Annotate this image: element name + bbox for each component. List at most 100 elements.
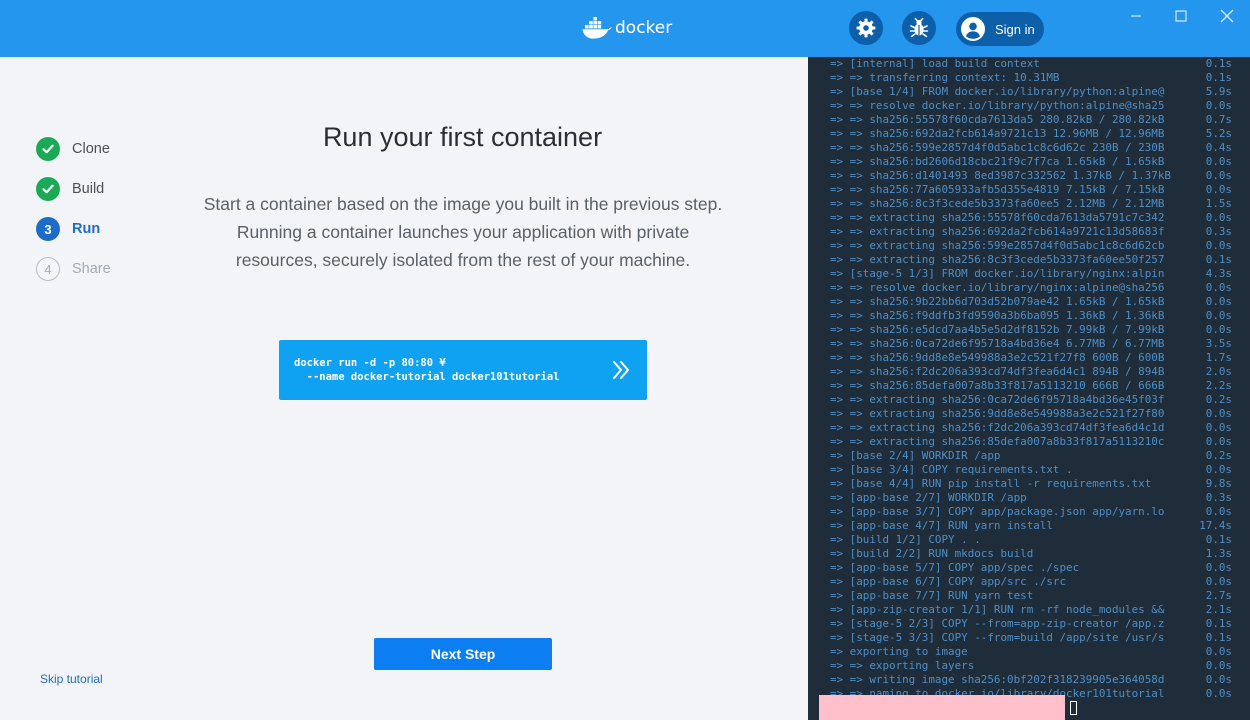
terminal-line-duration: 0.7s bbox=[1205, 113, 1232, 126]
terminal-line-duration: 0.1s bbox=[1205, 57, 1232, 70]
step-label: Build bbox=[72, 181, 105, 197]
close-button[interactable] bbox=[1217, 6, 1237, 26]
terminal-line-text: => => extracting sha256:f2dc206a393cd74d… bbox=[830, 421, 1165, 434]
terminal-line-text: => => sha256:77a605933afb5d355e4819 7.15… bbox=[830, 183, 1165, 196]
command-box[interactable]: docker run -d -p 80:80 ¥ --name docker-t… bbox=[279, 340, 647, 400]
user-icon bbox=[961, 17, 985, 41]
terminal-line-duration: 0.1s bbox=[1205, 617, 1232, 630]
terminal-line-text: => => sha256:f2dc206a393cd74df3fea6d4c1 … bbox=[830, 365, 1165, 378]
step-label: Clone bbox=[72, 141, 110, 157]
terminal-line-duration: 0.0s bbox=[1205, 561, 1232, 574]
terminal-line: => [app-base 6/7] COPY app/src ./src 0.0s bbox=[830, 575, 1240, 589]
check-icon bbox=[36, 177, 60, 201]
terminal-line-text: => [build 2/2] RUN mkdocs build bbox=[830, 547, 1034, 560]
terminal-line: => => extracting sha256:8c3f3cede5b3373f… bbox=[830, 253, 1240, 267]
whale-icon bbox=[582, 17, 612, 39]
troubleshoot-button[interactable] bbox=[902, 11, 936, 45]
step-run[interactable]: 3 Run bbox=[36, 209, 176, 249]
terminal-line-text: => [app-zip-creator 1/1] RUN rm -rf node… bbox=[830, 603, 1165, 616]
step-number: 4 bbox=[36, 257, 60, 281]
terminal-line-duration: 0.3s bbox=[1205, 491, 1232, 504]
terminal-line: => => extracting sha256:9dd8e8e549988a3e… bbox=[830, 407, 1240, 421]
terminal-line-duration: 0.0s bbox=[1205, 407, 1232, 420]
terminal-line-duration: 0.0s bbox=[1205, 463, 1232, 476]
terminal-line-text: => [app-base 7/7] RUN yarn test bbox=[830, 589, 1034, 602]
terminal-line: => => sha256:77a605933afb5d355e4819 7.15… bbox=[830, 183, 1240, 197]
terminal-line-duration: 0.0s bbox=[1205, 645, 1232, 658]
terminal-line: => [stage-5 1/3] FROM docker.io/library/… bbox=[830, 267, 1240, 281]
terminal-line-text: => => extracting sha256:85defa007a8b33f8… bbox=[830, 435, 1165, 448]
terminal-line: => [build 1/2] COPY . . 0.1s bbox=[830, 533, 1240, 547]
terminal-line-duration: 0.2s bbox=[1205, 449, 1232, 462]
terminal-line-text: => [base 1/4] FROM docker.io/library/pyt… bbox=[830, 85, 1165, 98]
double-chevron-right-icon[interactable] bbox=[610, 359, 632, 381]
terminal-line-duration: 0.2s bbox=[1205, 393, 1232, 406]
terminal-line: => => sha256:d1401493 8ed3987c332562 1.3… bbox=[830, 169, 1240, 183]
terminal-line-duration: 0.0s bbox=[1205, 687, 1232, 700]
terminal-line-text: => => sha256:9dd8e8e549988a3e2c521f27f8 … bbox=[830, 351, 1165, 364]
step-description: Start a container based on the image you… bbox=[203, 194, 723, 270]
terminal-line-text: => => sha256:692da2fcb614a9721c13 12.96M… bbox=[830, 127, 1165, 140]
terminal-line: => => sha256:f2dc206a393cd74df3fea6d4c1 … bbox=[830, 365, 1240, 379]
terminal-line: => => sha256:9dd8e8e549988a3e2c521f27f8 … bbox=[830, 351, 1240, 365]
terminal-line-duration: 0.0s bbox=[1205, 659, 1232, 672]
terminal-line: => [app-base 3/7] COPY app/package.json … bbox=[830, 505, 1240, 519]
terminal-line: => => transferring context: 10.31MB 0.1s bbox=[830, 71, 1240, 85]
terminal-line-duration: 0.0s bbox=[1205, 183, 1232, 196]
terminal-line: => => sha256:692da2fcb614a9721c13 12.96M… bbox=[830, 127, 1240, 141]
sign-in-button[interactable]: Sign in bbox=[956, 12, 1044, 46]
terminal-line-text: => [app-base 6/7] COPY app/src ./src bbox=[830, 575, 1067, 588]
terminal-output: => [internal] load build context 0.1s => =… bbox=[830, 57, 1250, 701]
step-clone[interactable]: Clone bbox=[36, 129, 176, 169]
terminal-line: => [app-base 7/7] RUN yarn test 2.7s bbox=[830, 589, 1240, 603]
terminal-line: => [app-zip-creator 1/1] RUN rm -rf node… bbox=[830, 603, 1240, 617]
terminal-line-text: => => sha256:8c3f3cede5b3373fa60ee5 2.12… bbox=[830, 197, 1165, 210]
terminal-line-text: => => extracting sha256:8c3f3cede5b3373f… bbox=[830, 253, 1165, 266]
step-build[interactable]: Build bbox=[36, 169, 176, 209]
terminal-line: => => sha256:8c3f3cede5b3373fa60ee5 2.12… bbox=[830, 197, 1240, 211]
terminal-line-text: => [stage-5 1/3] FROM docker.io/library/… bbox=[830, 267, 1165, 280]
terminal-line: => => sha256:e5dcd7aa4b5e5d2df8152b 7.99… bbox=[830, 323, 1240, 337]
tutorial-steps: Clone Build 3 Run 4 Share bbox=[36, 129, 176, 289]
terminal-line-text: => [base 2/4] WORKDIR /app bbox=[830, 449, 1001, 462]
gear-icon bbox=[856, 18, 876, 38]
terminal-line-text: => => sha256:599e2857d4f0d5abc1c8c6d62c … bbox=[830, 141, 1165, 154]
maximize-button[interactable] bbox=[1171, 6, 1191, 26]
terminal-line-text: => [stage-5 3/3] COPY --from=build /app/… bbox=[830, 631, 1165, 644]
terminal-line-text: => => resolve docker.io/library/nginx:al… bbox=[830, 281, 1165, 294]
terminal-line-text: => [internal] load build context bbox=[830, 57, 1040, 70]
terminal-line-duration: 0.0s bbox=[1205, 309, 1232, 322]
terminal-line-duration: 17.4s bbox=[1199, 519, 1232, 532]
terminal-line: => [base 3/4] COPY requirements.txt . 0.0… bbox=[830, 463, 1240, 477]
terminal-line-duration: 5.2s bbox=[1205, 127, 1232, 140]
terminal-line-text: => [base 3/4] COPY requirements.txt . bbox=[830, 463, 1073, 476]
terminal-line: => => sha256:f9ddfb3fd9590a3b6ba095 1.36… bbox=[830, 309, 1240, 323]
close-icon bbox=[1220, 9, 1234, 23]
terminal-line: => => resolve docker.io/library/nginx:al… bbox=[830, 281, 1240, 295]
terminal-panel[interactable]: => [internal] load build context 0.1s => =… bbox=[808, 57, 1250, 720]
terminal-line: => [base 1/4] FROM docker.io/library/pyt… bbox=[830, 85, 1240, 99]
terminal-line-text: => [stage-5 2/3] COPY --from=app-zip-cre… bbox=[830, 617, 1165, 630]
terminal-line-duration: 1.7s bbox=[1205, 351, 1232, 364]
bug-icon bbox=[909, 17, 929, 38]
terminal-line-duration: 2.0s bbox=[1205, 365, 1232, 378]
terminal-line-duration: 2.1s bbox=[1205, 603, 1232, 616]
terminal-line-duration: 0.0s bbox=[1205, 673, 1232, 686]
step-share[interactable]: 4 Share bbox=[36, 249, 176, 289]
terminal-line-text: => => sha256:55578f60cda7613da5 280.82kB… bbox=[830, 113, 1165, 126]
skip-tutorial-link[interactable]: Skip tutorial bbox=[40, 672, 103, 686]
terminal-input-highlight[interactable] bbox=[819, 695, 1065, 720]
terminal-line-text: => => sha256:e5dcd7aa4b5e5d2df8152b 7.99… bbox=[830, 323, 1165, 336]
minimize-icon bbox=[1131, 15, 1141, 17]
terminal-line-text: => [app-base 2/7] WORKDIR /app bbox=[830, 491, 1027, 504]
terminal-line-text: => => extracting sha256:599e2857d4f0d5ab… bbox=[830, 239, 1165, 252]
settings-button[interactable] bbox=[849, 11, 883, 45]
maximize-icon bbox=[1175, 10, 1187, 22]
terminal-line-text: => => resolve docker.io/library/python:a… bbox=[830, 99, 1165, 112]
terminal-line-duration: 4.3s bbox=[1205, 267, 1232, 280]
minimize-button[interactable] bbox=[1126, 6, 1146, 26]
next-step-button[interactable]: Next Step bbox=[374, 638, 552, 670]
terminal-line-duration: 5.9s bbox=[1205, 85, 1232, 98]
terminal-line-duration: 0.0s bbox=[1205, 99, 1232, 112]
terminal-line-duration: 0.0s bbox=[1205, 239, 1232, 252]
